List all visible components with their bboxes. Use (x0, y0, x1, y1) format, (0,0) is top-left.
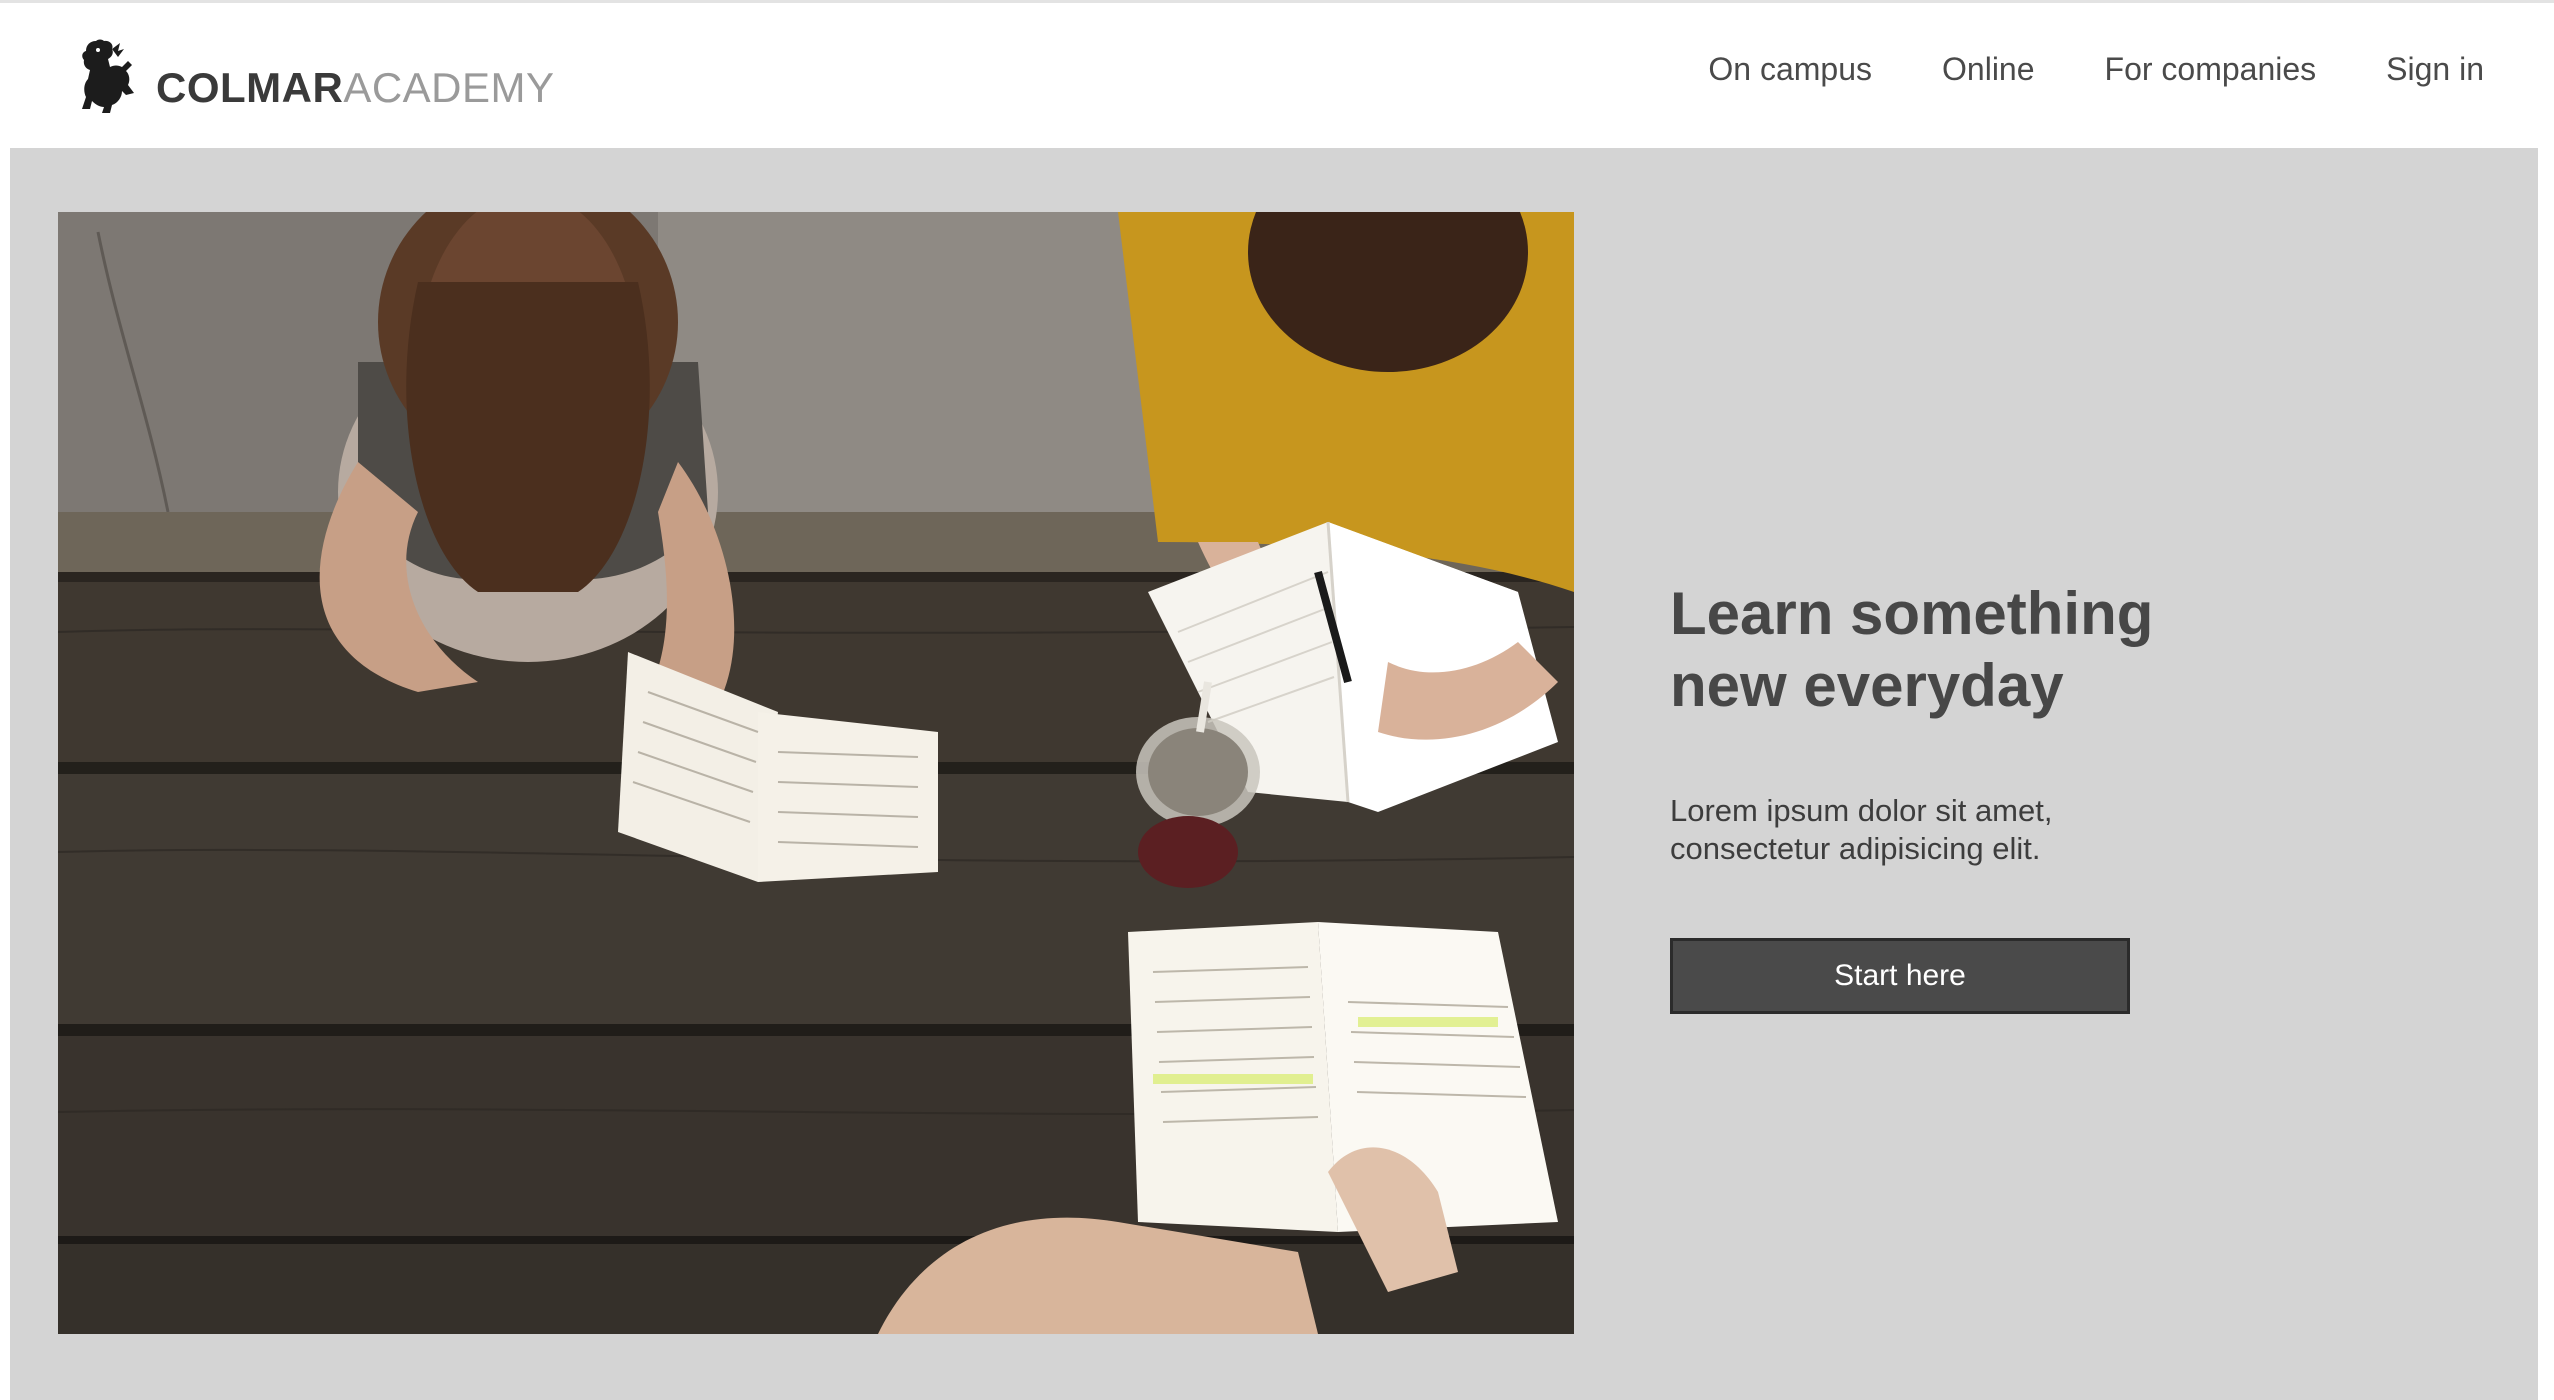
hero-subtext: Lorem ipsum dolor sit amet, consectetur … (1670, 793, 2053, 866)
brand-name-strong: COLMAR (156, 64, 344, 111)
hero-section: Learn something new everyday Lorem ipsum… (10, 148, 2538, 1400)
brand-logo[interactable]: COLMARACADEMY (76, 25, 555, 115)
nav-link-sign-in[interactable]: Sign in (2386, 51, 2484, 88)
nav-link-online[interactable]: Online (1942, 51, 2035, 88)
lion-icon (82, 39, 134, 113)
start-here-button[interactable]: Start here (1670, 938, 2130, 1014)
hero-text-block: Learn something new everyday Lorem ipsum… (1670, 578, 2370, 1014)
brand-name: COLMARACADEMY (156, 67, 555, 115)
students-studying-image (58, 212, 1574, 1334)
site-header: COLMARACADEMY On campus Online For compa… (0, 3, 2554, 148)
page-edge (2538, 148, 2554, 1400)
nav-link-for-companies[interactable]: For companies (2105, 51, 2317, 88)
hero-photo (58, 212, 1574, 1334)
hero-heading: Learn something new everyday (1670, 580, 2154, 719)
brand-name-light: ACADEMY (343, 64, 555, 111)
main-nav: On campus Online For companies Sign in (1708, 51, 2484, 88)
nav-link-on-campus[interactable]: On campus (1708, 51, 1872, 88)
